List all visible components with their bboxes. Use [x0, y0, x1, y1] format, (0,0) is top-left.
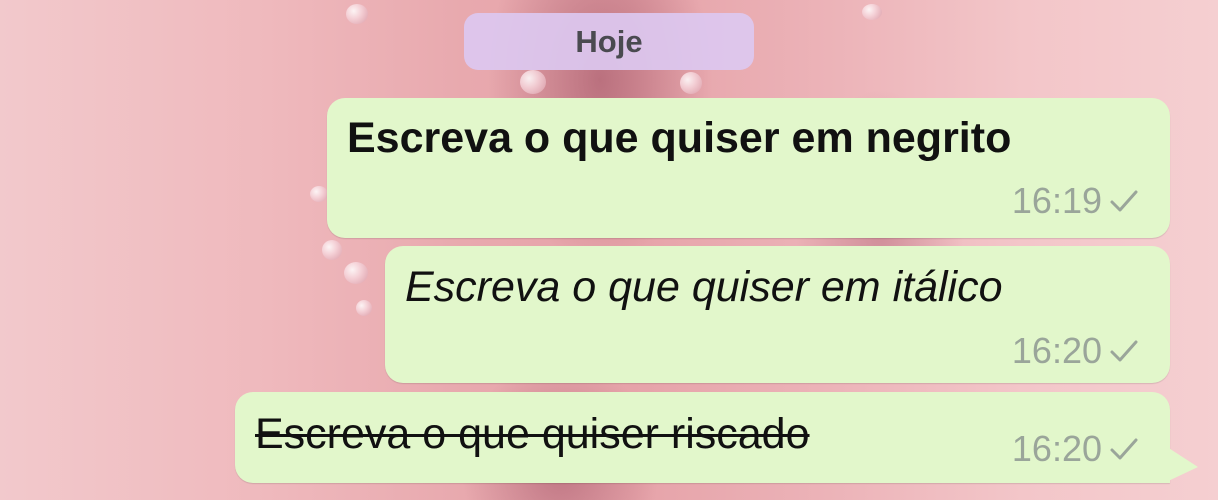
single-check-icon — [1110, 340, 1138, 362]
chat-background: Hoje Escreva o que quiser em negrito 16:… — [0, 0, 1218, 500]
wallpaper-sparkle — [310, 186, 328, 202]
single-check-icon — [1110, 438, 1138, 460]
date-separator: Hoje — [464, 13, 754, 70]
message-meta: 16:19 — [1012, 180, 1140, 222]
message-meta: 16:20 — [1012, 428, 1140, 470]
message-time: 16:20 — [1011, 330, 1102, 371]
message-text: Escreva o que quiser em negrito — [347, 114, 1012, 162]
wallpaper-sparkle — [322, 240, 342, 260]
bubble-tail — [1164, 445, 1198, 483]
wallpaper-sparkle — [344, 262, 368, 284]
wallpaper-sparkle — [520, 70, 546, 94]
wallpaper-sparkle — [862, 4, 882, 20]
date-separator-label: Hoje — [575, 23, 643, 59]
message-text: Escreva o que quiser em itálico — [405, 263, 1003, 311]
message-bubble[interactable]: Escreva o que quiser riscado 16:20 — [235, 392, 1170, 483]
wallpaper-sparkle — [356, 300, 372, 316]
message-time: 16:19 — [1011, 180, 1102, 221]
single-check-icon — [1110, 190, 1138, 212]
message-time: 16:20 — [1011, 428, 1102, 469]
wallpaper-sparkle — [680, 72, 702, 94]
message-bubble[interactable]: Escreva o que quiser em itálico 16:20 — [385, 246, 1170, 383]
wallpaper-sparkle — [346, 4, 368, 24]
message-text: Escreva o que quiser riscado — [255, 410, 810, 458]
message-bubble[interactable]: Escreva o que quiser em negrito 16:19 — [327, 98, 1170, 238]
message-meta: 16:20 — [1012, 330, 1140, 372]
